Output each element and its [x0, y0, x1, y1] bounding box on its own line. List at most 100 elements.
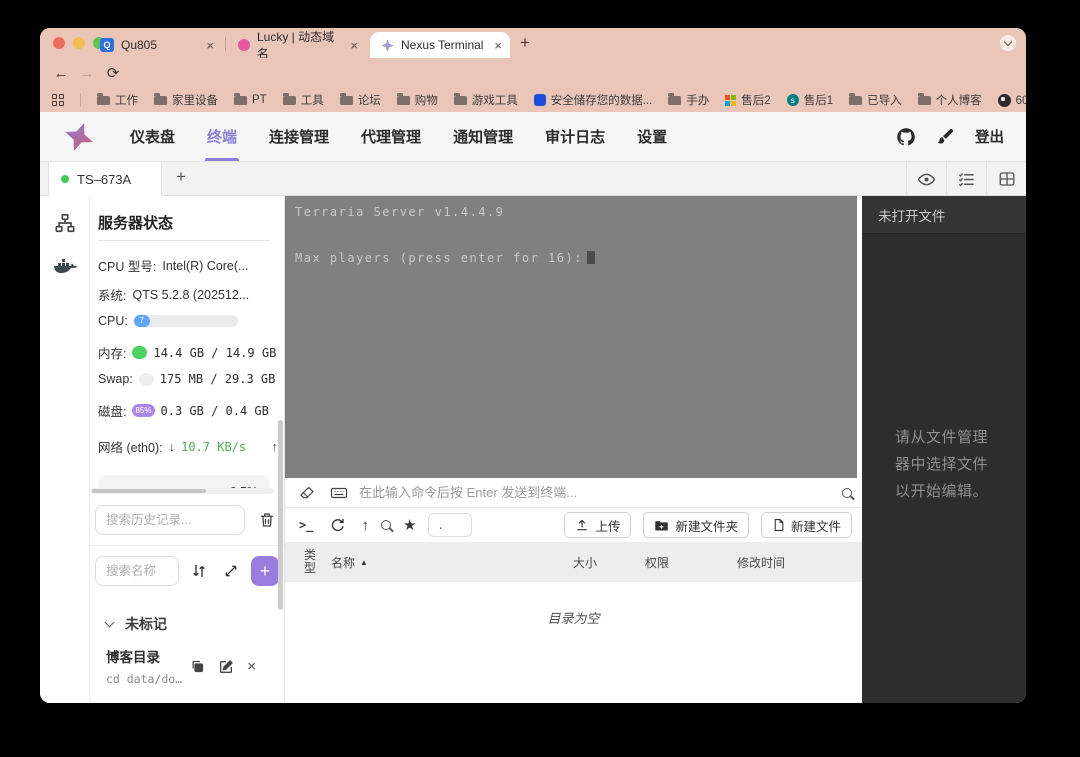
folder-icon: [849, 96, 862, 105]
close-tab-icon[interactable]: ×: [494, 38, 502, 53]
nav-item-notifications[interactable]: 通知管理: [437, 112, 529, 161]
bookmark-link[interactable]: 60秒看世界: [998, 92, 1026, 108]
add-snippet-button[interactable]: +: [251, 556, 279, 586]
delete-x-icon[interactable]: ×: [247, 658, 256, 675]
bookmark-folder[interactable]: 工具: [283, 92, 324, 108]
browser-tab-strip: Q Qu805 × Lucky | 动态域名 × Nexus Terminal …: [40, 28, 1026, 58]
sitemap-icon[interactable]: [54, 212, 76, 234]
bookmarks-bar: 工作 家里设备 PT 工具 论坛 购物 游戏工具 安全储存您的数据... 手办 …: [40, 88, 1026, 112]
terminal-line: Terraria Server v1.4.4.9: [295, 204, 852, 227]
search-icon[interactable]: [842, 488, 852, 498]
clear-terminal-eraser-icon[interactable]: [295, 481, 319, 505]
command-input-row: [285, 478, 862, 508]
virtual-keyboard-icon[interactable]: [327, 481, 351, 505]
nexus-logo[interactable]: [62, 120, 96, 154]
bookmark-folder[interactable]: 论坛: [340, 92, 381, 108]
folder-icon: [454, 96, 467, 105]
session-tab-ts673a[interactable]: TS–673A: [48, 162, 162, 196]
back-button[interactable]: ←: [48, 65, 74, 82]
folder-icon: [154, 96, 167, 105]
nav-item-connections[interactable]: 连接管理: [253, 112, 345, 161]
snippet-item[interactable]: 博客目录 cd data/do… ×: [106, 646, 272, 686]
nav-item-settings[interactable]: 设置: [621, 112, 683, 161]
folder-icon: [340, 96, 353, 105]
snippet-name-search-input[interactable]: [95, 556, 179, 586]
column-type[interactable]: 类型: [299, 542, 321, 582]
new-folder-button[interactable]: 新建文件夹: [643, 512, 749, 538]
nav-item-dashboard[interactable]: 仪表盘: [114, 112, 191, 161]
terminal-prompt-icon[interactable]: >_: [299, 518, 313, 532]
column-permissions[interactable]: 权限: [645, 542, 669, 582]
history-search-input[interactable]: [95, 505, 245, 535]
apps-grid-icon[interactable]: [52, 94, 64, 106]
minimize-window-button[interactable]: [73, 37, 85, 49]
nav-item-terminal[interactable]: 终端: [191, 112, 253, 161]
docker-icon[interactable]: [53, 258, 77, 278]
bookmark-folder[interactable]: 个人博客: [918, 92, 982, 108]
cpu-progress-value: 7: [134, 315, 150, 327]
column-modified[interactable]: 修改时间: [737, 542, 785, 582]
path-input[interactable]: [428, 513, 472, 537]
connected-status-dot: [61, 175, 69, 183]
new-file-button[interactable]: 新建文件: [761, 512, 852, 538]
terminal-screen[interactable]: Terraria Server v1.4.4.9 Max players (pr…: [285, 196, 862, 478]
nav-item-audit-log[interactable]: 审计日志: [529, 112, 621, 161]
editor-empty-message: 请从文件管理器中选择文件以开始编辑。: [895, 424, 995, 505]
folder-icon: [668, 96, 681, 105]
theme-brush-icon[interactable]: [936, 127, 955, 146]
upload-button[interactable]: 上传: [564, 512, 631, 538]
browser-tab-qu805[interactable]: Q Qu805 ×: [90, 32, 222, 58]
new-tab-button[interactable]: +: [520, 33, 530, 53]
bookmark-folder[interactable]: PT: [234, 94, 267, 106]
forward-button[interactable]: →: [74, 65, 100, 82]
reload-button[interactable]: ⟳: [100, 64, 126, 82]
nav-item-proxy[interactable]: 代理管理: [345, 112, 437, 161]
up-directory-icon[interactable]: ↑: [361, 517, 369, 534]
browser-tab-lucky[interactable]: Lucky | 动态域名 ×: [228, 32, 366, 58]
command-input[interactable]: [359, 485, 834, 500]
bookmark-link[interactable]: 安全储存您的数据...: [534, 92, 653, 108]
session-list-button[interactable]: [946, 162, 986, 196]
tab-search-button[interactable]: [1000, 35, 1016, 51]
logout-button[interactable]: 登出: [975, 126, 1004, 147]
bookmark-folder[interactable]: 游戏工具: [454, 92, 518, 108]
refresh-icon[interactable]: [325, 513, 349, 537]
editor-panel: 未打开文件 请从文件管理器中选择文件以开始编辑。: [862, 196, 1026, 703]
app-navbar: 仪表盘 终端 连接管理 代理管理 通知管理 审计日志 设置 登出: [40, 112, 1026, 162]
bookmark-folder[interactable]: 手办: [668, 92, 709, 108]
sharepoint-icon: s: [787, 94, 799, 106]
bookmark-folder[interactable]: 已导入: [849, 92, 902, 108]
edit-icon[interactable]: [218, 659, 234, 675]
bookmark-link[interactable]: 售后2: [725, 92, 770, 108]
clear-history-trash-icon[interactable]: [255, 508, 279, 532]
close-tab-icon[interactable]: ×: [350, 38, 358, 53]
bookmark-folder[interactable]: 购物: [397, 92, 438, 108]
file-search-icon[interactable]: [381, 520, 391, 530]
untagged-group-header[interactable]: 未标记: [106, 614, 167, 634]
column-name[interactable]: 名称 ▲: [331, 542, 368, 582]
bookmark-link[interactable]: s售后1: [787, 92, 833, 108]
sort-icon[interactable]: [188, 559, 210, 583]
bookmarks-separator: [80, 93, 81, 107]
site-icon: [534, 94, 546, 106]
sidebar-scrollbar[interactable]: [278, 420, 283, 610]
github-icon[interactable]: [896, 127, 916, 147]
terminal-column: Terraria Server v1.4.4.9 Max players (pr…: [285, 196, 862, 703]
close-tab-icon[interactable]: ×: [206, 38, 214, 53]
browser-tab-nexus-terminal[interactable]: Nexus Terminal ×: [370, 32, 510, 58]
browser-toolbar: ← → ⟳ G 在 Google 中搜索，或输入网址 ⋮: [40, 58, 1026, 88]
visibility-toggle-button[interactable]: [906, 162, 946, 196]
memory-badge: [132, 346, 147, 359]
session-tab-row: TS–673A +: [40, 162, 1026, 196]
copy-icon[interactable]: [190, 659, 205, 674]
column-size[interactable]: 大小: [573, 542, 597, 582]
favorites-star-icon[interactable]: ★: [403, 516, 416, 534]
bookmark-folder[interactable]: 工作: [97, 92, 138, 108]
add-session-button[interactable]: +: [176, 167, 186, 187]
bookmark-folder[interactable]: 家里设备: [154, 92, 218, 108]
expand-icon[interactable]: [219, 559, 241, 583]
download-arrow-icon: ↓: [169, 439, 176, 454]
close-window-button[interactable]: [53, 37, 65, 49]
folder-icon: [283, 96, 296, 105]
grid-layout-button[interactable]: [986, 162, 1026, 196]
